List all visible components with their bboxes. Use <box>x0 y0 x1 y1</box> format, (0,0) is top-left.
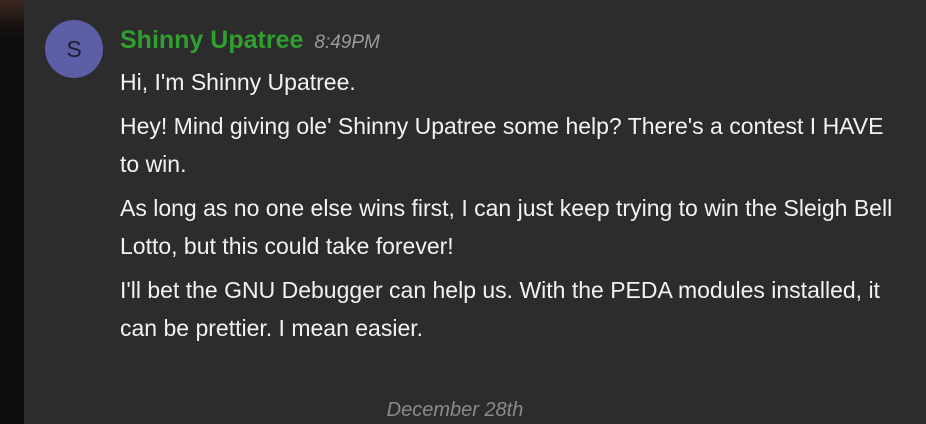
message-line: I'll bet the GNU Debugger can help us. W… <box>120 277 880 341</box>
chat-panel: S Shinny Upatree 8:49PM Hi, I'm Shinny U… <box>24 0 926 424</box>
corner-decoration <box>0 0 24 40</box>
message-timestamp: 8:49PM <box>314 32 380 53</box>
message-line: Hey! Mind giving ole' Shinny Upatree som… <box>120 113 884 177</box>
author-name[interactable]: Shinny Upatree <box>120 26 303 55</box>
message-line: As long as no one else wins first, I can… <box>120 195 893 259</box>
sidebar-edge <box>0 0 24 424</box>
avatar-initial: S <box>66 35 82 62</box>
message-line: Hi, I'm Shinny Upatree. <box>120 69 356 95</box>
chat-window: S Shinny Upatree 8:49PM Hi, I'm Shinny U… <box>0 0 926 424</box>
message-group: Hi, I'm Shinny Upatree. Hey! Mind giving… <box>120 63 900 353</box>
message-header: Shinny Upatree 8:49PM <box>120 26 380 55</box>
avatar[interactable]: S <box>45 20 103 78</box>
date-divider: December 28th <box>386 399 524 421</box>
